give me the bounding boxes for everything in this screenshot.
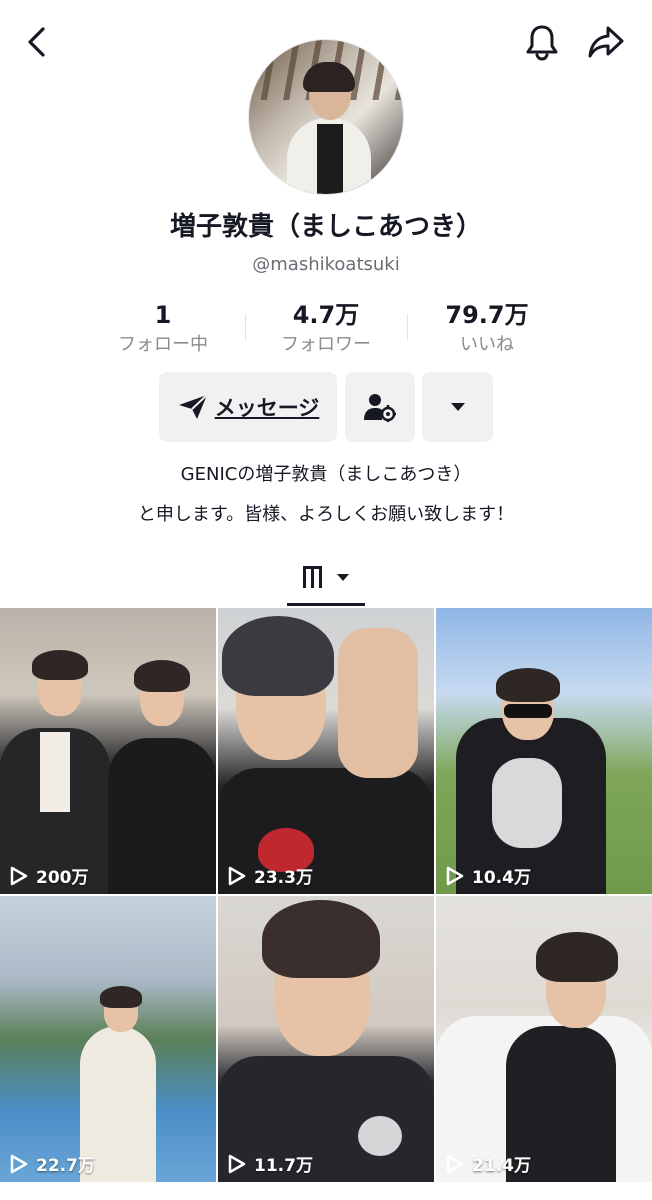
add-friend-button[interactable] — [345, 372, 415, 442]
play-icon — [228, 866, 246, 885]
caret-down-icon — [337, 574, 349, 581]
video-thumbnail[interactable]: 21.4万 — [436, 896, 652, 1182]
thumbnail-shirt — [40, 732, 70, 812]
play-icon — [228, 1154, 246, 1173]
view-count: 22.7万 — [10, 1151, 95, 1176]
active-tab-indicator — [287, 603, 365, 606]
avatar-photo-shirt — [317, 124, 343, 194]
thumbnail-hair — [262, 900, 380, 978]
caret-down-icon — [450, 403, 465, 411]
grid-icon — [303, 566, 322, 588]
share-button[interactable] — [584, 20, 628, 64]
thumbnail-hair — [134, 660, 190, 692]
view-count-label: 10.4万 — [472, 868, 531, 888]
view-count: 200万 — [10, 863, 89, 888]
notifications-button[interactable] — [520, 20, 564, 64]
followers-count: 4.7万 — [292, 301, 360, 329]
person-settings-icon — [364, 394, 396, 422]
thumbnail-hair — [222, 616, 334, 696]
view-count: 23.3万 — [228, 863, 313, 888]
video-thumbnail[interactable]: 200万 — [0, 608, 216, 894]
video-thumbnail[interactable]: 11.7万 — [218, 896, 434, 1182]
tab-videos[interactable] — [287, 548, 365, 606]
avatar[interactable] — [248, 39, 404, 195]
display-name: 増子敦貴（ましこあつき） — [169, 212, 482, 242]
likes-label: いいね — [460, 334, 514, 355]
thumbnail-hair — [496, 668, 560, 702]
username-handle: @mashikoatsuki — [252, 254, 400, 275]
thumbnail-print — [492, 758, 562, 848]
view-count: 10.4万 — [446, 863, 531, 888]
following-label: フォロー中 — [118, 334, 208, 355]
view-count: 11.7万 — [228, 1151, 313, 1176]
following-stat[interactable]: 1 フォロー中 — [93, 300, 233, 358]
following-count: 1 — [154, 301, 172, 329]
thumbnail-hair — [32, 650, 88, 680]
share-arrow-icon — [588, 26, 624, 58]
thumbnail-figure — [108, 738, 216, 894]
thumbnail-sunglasses — [504, 704, 552, 718]
play-icon — [10, 866, 28, 885]
send-icon — [178, 394, 208, 419]
view-count-label: 200万 — [36, 868, 89, 888]
thumbnail-print — [358, 1116, 402, 1156]
stat-divider — [407, 314, 408, 340]
thumbnail-hair — [536, 932, 618, 982]
view-count-label: 11.7万 — [254, 1156, 313, 1176]
followers-stat[interactable]: 4.7万 フォロワー — [256, 300, 396, 358]
chevron-left-icon — [28, 27, 45, 57]
play-icon — [10, 1154, 28, 1173]
video-grid: 200万 23.3万 10.4万 22.7万 11.7万 21.4万 — [0, 608, 652, 1200]
message-button[interactable]: メッセージ — [159, 372, 337, 442]
video-thumbnail[interactable]: 23.3万 — [218, 608, 434, 894]
likes-count: 79.7万 — [445, 301, 529, 329]
followers-label: フォロワー — [281, 334, 371, 355]
more-options-button[interactable] — [422, 372, 493, 442]
stat-divider — [245, 314, 246, 340]
bell-icon — [526, 25, 558, 61]
view-count-label: 23.3万 — [254, 868, 313, 888]
back-button[interactable] — [14, 22, 58, 62]
view-count-label: 22.7万 — [36, 1156, 95, 1176]
bio-line: GENICの増子敦貴（ましこあつき） — [180, 464, 472, 485]
content-tab-bar — [0, 548, 652, 608]
bio-line: と申します。皆様、よろしくお願い致します！ — [137, 504, 515, 525]
video-thumbnail[interactable]: 10.4万 — [436, 608, 652, 894]
message-button-label: メッセージ — [214, 396, 320, 420]
view-count: 21.4万 — [446, 1151, 531, 1176]
thumbnail-hand — [338, 628, 418, 778]
view-count-label: 21.4万 — [472, 1156, 531, 1176]
thumbnail-hair — [100, 986, 142, 1008]
play-icon — [446, 1154, 464, 1173]
video-thumbnail[interactable]: 22.7万 — [0, 896, 216, 1182]
play-icon — [446, 866, 464, 885]
likes-stat[interactable]: 79.7万 いいね — [417, 300, 557, 358]
